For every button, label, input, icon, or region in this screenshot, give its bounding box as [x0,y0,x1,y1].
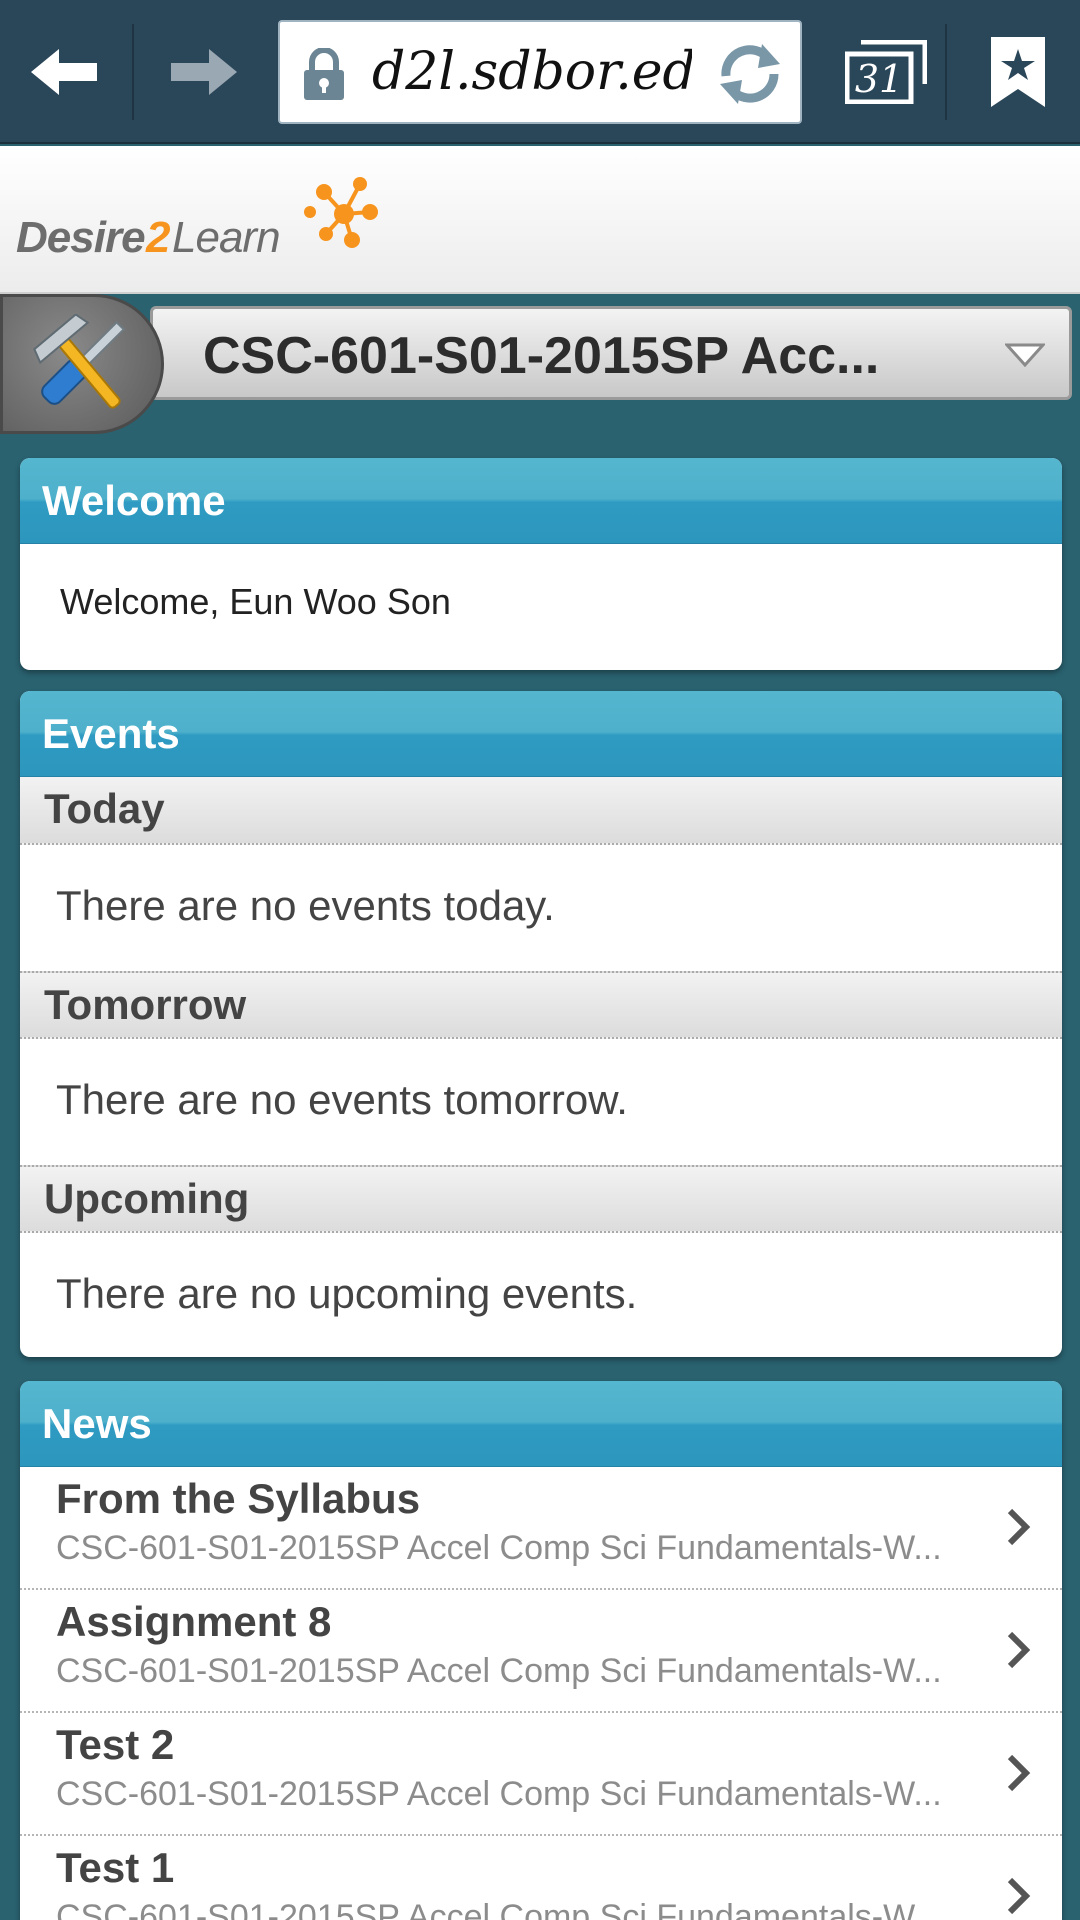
tools-icon [33,314,126,409]
bookmark-star-icon [990,37,1045,107]
tabs-icon: 31 [845,40,927,104]
welcome-widget: Welcome Welcome, Eun Woo Son [20,458,1062,670]
chevron-right-icon[interactable] [1006,1507,1032,1547]
news-widget-title: News [20,1381,1062,1467]
back-arrow-icon [31,49,97,95]
news-item-title[interactable]: Assignment 8 [56,1598,331,1646]
news-item[interactable]: Test 1 CSC-601-S01-2015SP Accel Comp Sci… [20,1836,1062,1920]
toolbar-divider [132,24,134,120]
news-item[interactable]: Test 2 CSC-601-S01-2015SP Accel Comp Sci… [20,1713,1062,1836]
events-widget: Events Today There are no events today. … [20,691,1062,1357]
bookmark-button[interactable] [955,0,1080,144]
reload-icon[interactable] [712,36,788,112]
lock-icon [304,48,344,100]
welcome-message: Welcome, Eun Woo Son [60,581,451,622]
browser-toolbar: d2l.sdbor.edu 31 [0,0,1080,144]
events-section-upcoming: Upcoming [20,1165,1062,1233]
address-bar[interactable]: d2l.sdbor.edu [278,20,802,124]
news-item-course: CSC-601-S01-2015SP Accel Comp Sci Fundam… [56,1529,942,1567]
news-widget: News From the Syllabus CSC-601-S01-2015S… [20,1381,1062,1920]
news-item-title[interactable]: Test 2 [56,1721,174,1769]
events-upcoming-message: There are no upcoming events. [56,1270,638,1317]
events-section-tomorrow: Tomorrow [20,971,1062,1039]
tabs-count: 31 [855,57,903,101]
news-item-course: CSC-601-S01-2015SP Accel Comp Sci Fundam… [56,1775,942,1813]
url-text[interactable]: d2l.sdbor.edu [372,40,692,104]
svg-text:Learn: Learn [172,213,280,262]
news-item-course: CSC-601-S01-2015SP Accel Comp Sci Fundam… [56,1652,942,1690]
events-tomorrow-message: There are no events tomorrow. [56,1076,628,1123]
events-widget-title: Events [20,691,1062,777]
course-selector-bar: CSC-601-S01-2015SP Acc... [0,294,1080,434]
forward-arrow-icon [171,49,237,95]
chevron-right-icon[interactable] [1006,1630,1032,1670]
site-header: Desire 2 Learn [0,146,1080,294]
course-title[interactable]: CSC-601-S01-2015SP Acc... [203,321,963,391]
news-item-title[interactable]: From the Syllabus [56,1475,420,1523]
events-today-message: There are no events today. [56,882,555,929]
chevron-down-icon[interactable] [1005,343,1045,367]
toolbar-divider [945,24,947,120]
svg-text:2: 2 [145,213,171,262]
news-item[interactable]: From the Syllabus CSC-601-S01-2015SP Acc… [20,1467,1062,1590]
news-item-course: CSC-601-S01-2015SP Accel Comp Sci Fundam… [56,1898,942,1920]
news-item-title[interactable]: Test 1 [56,1844,174,1892]
chevron-right-icon[interactable] [1006,1876,1032,1916]
forward-button[interactable] [136,0,268,144]
events-section-today: Today [20,777,1062,845]
back-button[interactable] [0,0,132,144]
tools-menu-button[interactable] [0,294,164,434]
svg-text:Desire: Desire [16,213,145,262]
chevron-right-icon[interactable] [1006,1753,1032,1793]
welcome-widget-title: Welcome [20,458,1062,544]
tabs-button[interactable]: 31 [830,0,942,144]
desire2learn-logo[interactable]: Desire 2 Learn [14,168,384,268]
news-item[interactable]: Assignment 8 CSC-601-S01-2015SP Accel Co… [20,1590,1062,1713]
course-select-dropdown[interactable]: CSC-601-S01-2015SP Acc... [150,306,1072,400]
